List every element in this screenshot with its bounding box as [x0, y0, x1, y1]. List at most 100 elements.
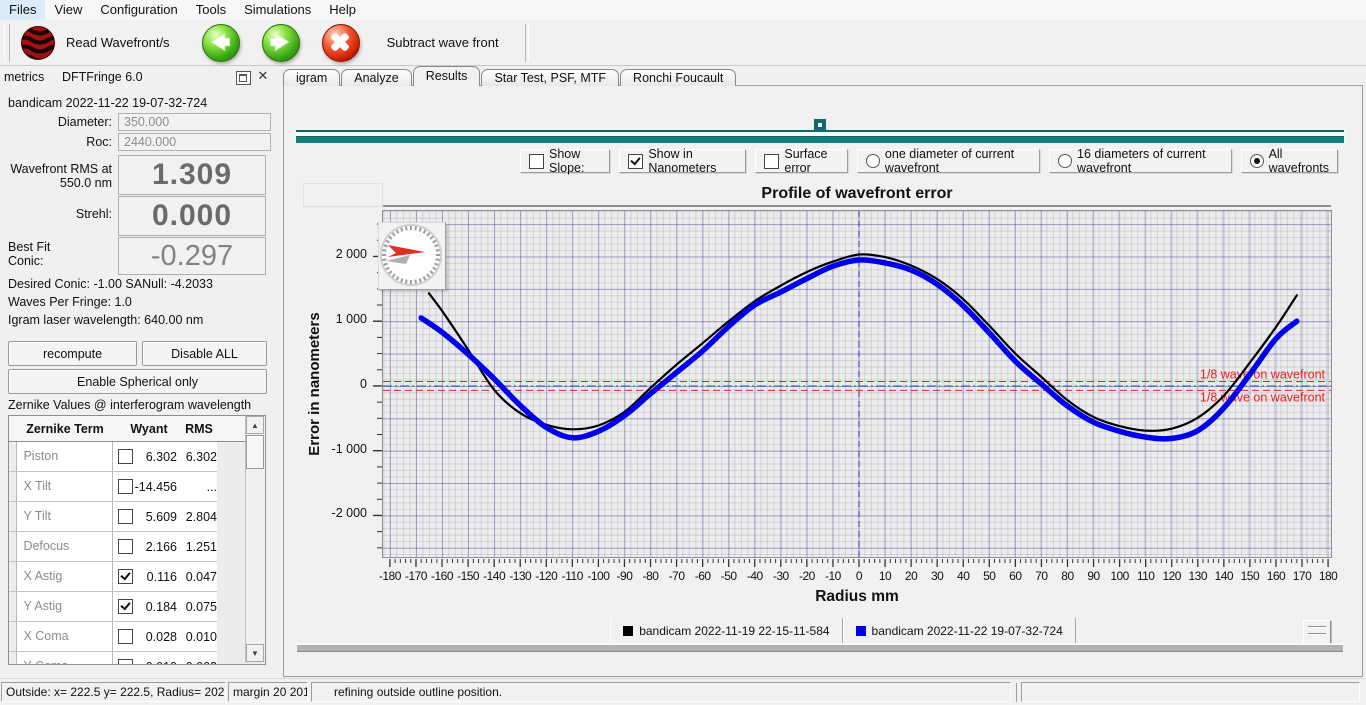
interferogram-icon[interactable]: [20, 25, 56, 61]
zernike-enable-checkbox[interactable]: [118, 539, 133, 554]
wyant-value: 0.028: [145, 629, 177, 644]
dock-title-bar[interactable]: metrics DFTFringe 6.0 ✕: [0, 66, 270, 88]
table-row-y-tilt[interactable]: Y Tilt 5.609 2.804: [9, 502, 217, 532]
table-row-defocus[interactable]: Defocus 2.166 1.251: [9, 532, 217, 562]
checkbox-indicator: [764, 153, 780, 169]
radio-one-diameter-of-current-wavefront[interactable]: one diameter of current wavefront: [856, 147, 1041, 175]
tab-star-test-psf-mtf[interactable]: Star Test, PSF, MTF: [481, 69, 620, 86]
zernike-term: Piston: [17, 442, 113, 471]
legend-swatch: [623, 626, 634, 636]
toolbar: Read Wavefront/s Subtract wave front: [0, 20, 1366, 66]
zernike-enable-checkbox[interactable]: [118, 479, 133, 494]
defocus-gauge[interactable]: [378, 222, 446, 290]
subtract-wavefront-label[interactable]: Subtract wave front: [387, 35, 499, 50]
menu-simulations[interactable]: Simulations: [235, 0, 320, 20]
recompute-button[interactable]: recompute: [8, 341, 137, 366]
col-rms: RMS: [185, 421, 213, 436]
profile-slider-handle[interactable]: [814, 119, 826, 131]
row-header-gutter: [9, 622, 18, 651]
table-row-piston[interactable]: Piston 6.302 6.302: [9, 442, 217, 472]
status-extra-panel: [1021, 682, 1360, 702]
zernike-table-title: Zernike Values @ interferogram wavelengt…: [8, 398, 252, 412]
scroll-down-icon[interactable]: ▼: [246, 644, 264, 662]
scroll-up-icon[interactable]: ▲: [246, 416, 264, 434]
legend-item-1[interactable]: bandicam 2022-11-22 19-07-32-724: [842, 618, 1076, 644]
rms-value: 2.804: [185, 509, 217, 524]
scrollbar-thumb[interactable]: [246, 435, 264, 469]
menu-view[interactable]: View: [45, 0, 91, 20]
zernike-enable-checkbox[interactable]: [118, 569, 133, 584]
radio-16-diameters-of-current-wavefront[interactable]: 16 diameters of current wavefront: [1049, 147, 1232, 175]
rms-value: 0.075: [185, 599, 217, 614]
checkbox-indicator: [529, 153, 544, 169]
table-scrollbar[interactable]: ▲ ▼: [245, 416, 265, 662]
zernike-enable-checkbox[interactable]: [118, 629, 133, 644]
roc-field[interactable]: 2440.000: [118, 133, 271, 151]
zernike-enable-checkbox[interactable]: [118, 509, 133, 524]
best-fit-conic-label: Best Fit Conic:: [8, 240, 51, 268]
y-tick-label: -2 000: [331, 506, 367, 521]
x-axis-title: Radius mm: [815, 588, 899, 605]
status-message: refining outside outline position.: [311, 682, 1011, 702]
previous-wavefront-button[interactable]: [201, 23, 240, 62]
zernike-term: X Tilt: [17, 472, 113, 501]
radio-all-wavefronts[interactable]: All wavefronts: [1240, 147, 1338, 175]
y-tick-label: 1 000: [335, 312, 367, 327]
rms-label: Wavefront RMS at 550.0 nm: [10, 162, 112, 190]
app-title: DFTFringe 6.0: [62, 70, 143, 84]
zernike-enable-checkbox[interactable]: [118, 599, 133, 614]
profile-slider[interactable]: [296, 130, 1346, 143]
row-header-gutter: [9, 472, 18, 501]
checkbox-indicator: [628, 153, 644, 169]
rms-value: 1.251: [185, 539, 217, 554]
chart-title: Profile of wavefront error: [383, 183, 1331, 207]
desired-conic-line: Desired Conic: -1.00 SANull: -4.2033: [8, 277, 213, 291]
dock-float-icon[interactable]: [236, 71, 251, 85]
zernike-table-header[interactable]: Zernike Term Wyant RMS: [9, 416, 265, 442]
current-wavefront-name: bandicam 2022-11-22 19-07-32-724: [8, 96, 208, 110]
table-row-y-astig[interactable]: Y Astig 0.184 0.075: [9, 592, 217, 622]
tab-igram[interactable]: igram: [283, 69, 341, 86]
checkbox-surface-error[interactable]: Surface error: [755, 147, 848, 175]
arrow-right-icon: [269, 32, 289, 51]
menu-files[interactable]: Files: [0, 0, 46, 20]
next-wavefront-button[interactable]: [261, 23, 300, 62]
zernike-term: Y Astig: [17, 592, 113, 621]
status-margin: margin 20 201: [228, 682, 308, 702]
chart-bottom-splitter[interactable]: [297, 643, 1343, 652]
menu-help[interactable]: Help: [320, 0, 365, 20]
menu-bar: Files View Configuration Tools Simulations He…: [0, 0, 1366, 21]
zernike-enable-checkbox[interactable]: [118, 659, 133, 664]
zernike-term: Y Coma: [17, 652, 113, 664]
menu-configuration[interactable]: Configuration: [91, 0, 186, 20]
table-row-x-tilt[interactable]: X Tilt -14.456...: [9, 472, 217, 502]
tab-results[interactable]: Results: [412, 66, 481, 86]
rms-value: 0.002: [177, 660, 217, 665]
checkbox-show-in-nanometers[interactable]: Show in Nanometers: [619, 147, 747, 175]
dftfringe-window: Files View Configuration Tools Simulations He…: [0, 0, 1366, 705]
toolbar-grip[interactable]: [4, 23, 10, 62]
diameter-field[interactable]: 350.000: [118, 113, 271, 131]
checkbox-show-slope[interactable]: Show Slope:: [520, 147, 611, 175]
display-options-row: Show Slope: Show in Nanometers Surface err…: [520, 147, 1338, 175]
y-tick-label: 0: [360, 376, 367, 391]
enable-spherical-only-button[interactable]: Enable Spherical only: [8, 369, 267, 394]
zernike-enable-checkbox[interactable]: [118, 449, 133, 464]
table-row-y-coma[interactable]: Y Coma 0.0100.002: [9, 652, 217, 665]
tab-ronchi-foucault[interactable]: Ronchi Foucault: [620, 69, 737, 86]
menu-tools[interactable]: Tools: [187, 0, 235, 20]
rms-value: 0.047: [185, 569, 217, 584]
tab-analyze[interactable]: Analyze: [341, 69, 412, 86]
legend-label: bandicam 2022-11-19 22-15-11-584: [639, 624, 830, 638]
strehl-value: 0.000: [118, 196, 266, 236]
metrics-dock: metrics DFTFringe 6.0 ✕ bandicam 2022-11…: [0, 66, 271, 678]
legend-item-0[interactable]: bandicam 2022-11-19 22-15-11-584: [610, 618, 843, 644]
table-row-x-coma[interactable]: X Coma 0.028 0.010: [9, 622, 217, 652]
disable-all-button[interactable]: Disable ALL: [142, 341, 267, 366]
legend-grip-button[interactable]: [1303, 620, 1331, 645]
dock-close-icon[interactable]: ✕: [256, 69, 270, 83]
delete-wavefront-button[interactable]: [321, 23, 360, 62]
zernike-term: Defocus: [17, 532, 113, 561]
read-wavefront-label[interactable]: Read Wavefront/s: [66, 35, 170, 50]
table-row-x-astig[interactable]: X Astig 0.116 0.047: [9, 562, 217, 592]
